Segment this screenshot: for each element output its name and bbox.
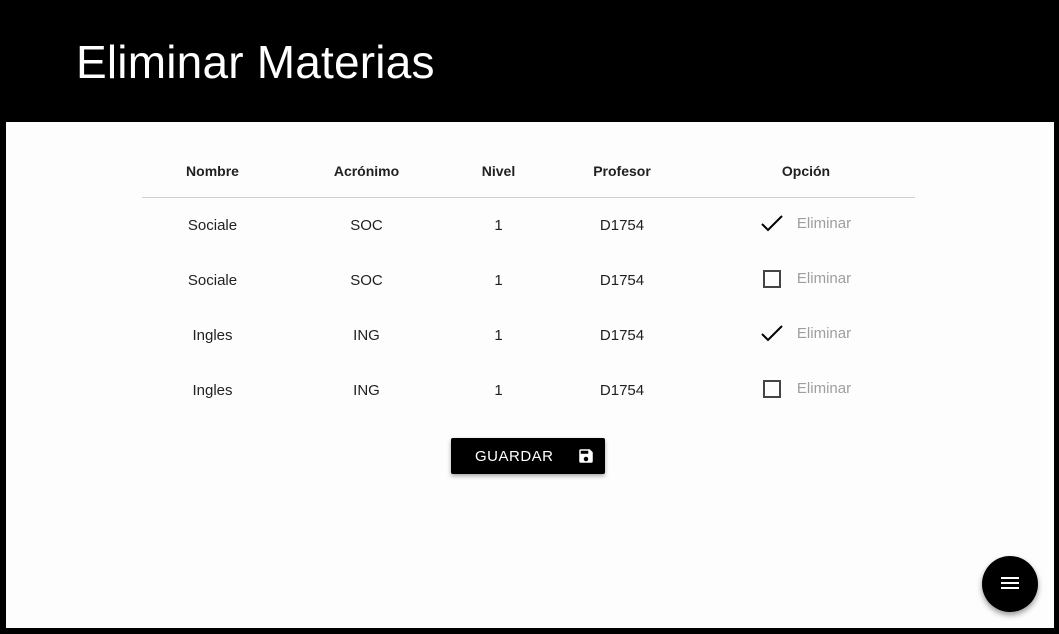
delete-checkbox[interactable] <box>761 213 783 235</box>
subjects-table: Nombre Acrónimo Nivel Profesor Opción So… <box>142 144 915 418</box>
cell-nombre: Ingles <box>192 327 233 344</box>
cell-nivel: 1 <box>494 217 503 234</box>
app-header: Eliminar Materias <box>0 0 1059 122</box>
cell-nivel: 1 <box>494 382 503 399</box>
column-header-opcion: Opción <box>697 144 915 198</box>
cell-opcion: Eliminar <box>697 253 915 308</box>
delete-option-label: Eliminar <box>796 270 852 287</box>
table-row: Sociale SOC 1 D1754 Eliminar <box>142 198 915 254</box>
table-header-row: Nombre Acrónimo Nivel Profesor Opción <box>142 144 915 198</box>
cell-opcion: Eliminar <box>697 308 915 363</box>
checkmark-icon <box>761 324 783 341</box>
cell-acronimo: SOC <box>350 217 383 234</box>
cell-acronimo: ING <box>353 382 380 399</box>
menu-fab-button[interactable] <box>982 556 1038 612</box>
empty-checkbox-icon <box>762 379 781 398</box>
delete-checkbox[interactable] <box>761 323 783 345</box>
delete-option[interactable]: Eliminar <box>761 323 851 345</box>
cell-nombre: Ingles <box>192 382 233 399</box>
cell-nivel: 1 <box>494 272 503 289</box>
delete-option[interactable]: Eliminar <box>761 378 851 400</box>
delete-option-label: Eliminar <box>796 325 852 342</box>
cell-profesor: D1754 <box>599 217 645 234</box>
table-row: Sociale SOC 1 D1754 Eliminar <box>142 253 915 308</box>
save-button[interactable]: GUARDAR <box>451 438 605 474</box>
checkmark-icon <box>761 214 783 231</box>
cell-opcion: Eliminar <box>697 363 915 418</box>
cell-nombre: Sociale <box>187 217 238 234</box>
cell-nivel: 1 <box>494 327 503 344</box>
table-body: Sociale SOC 1 D1754 Eliminar Sociale SOC… <box>142 198 915 419</box>
cell-profesor: D1754 <box>599 272 645 289</box>
cell-profesor: D1754 <box>599 327 645 344</box>
page: Eliminar Materias Nombre Acrónimo Nivel … <box>0 0 1059 634</box>
table-row: Ingles ING 1 D1754 Eliminar <box>142 363 915 418</box>
floppy-disk-icon <box>577 447 595 465</box>
column-header-nivel: Nivel <box>450 144 547 198</box>
cell-acronimo: ING <box>353 327 380 344</box>
delete-option[interactable]: Eliminar <box>761 213 851 235</box>
column-header-nombre: Nombre <box>142 144 283 198</box>
cell-profesor: D1754 <box>599 382 645 399</box>
column-header-acronimo: Acrónimo <box>283 144 450 198</box>
delete-checkbox[interactable] <box>761 378 783 400</box>
empty-checkbox-icon <box>762 269 781 288</box>
delete-checkbox[interactable] <box>761 268 783 290</box>
delete-option-label: Eliminar <box>796 380 852 397</box>
main-content: Nombre Acrónimo Nivel Profesor Opción So… <box>6 122 1054 628</box>
page-title: Eliminar Materias <box>76 36 435 88</box>
table-row: Ingles ING 1 D1754 Eliminar <box>142 308 915 363</box>
cell-nombre: Sociale <box>187 272 238 289</box>
column-header-profesor: Profesor <box>547 144 697 198</box>
cell-acronimo: SOC <box>350 272 383 289</box>
menu-icon <box>1000 575 1020 594</box>
cell-opcion: Eliminar <box>697 198 915 254</box>
save-button-label: GUARDAR <box>475 447 554 465</box>
delete-option-label: Eliminar <box>796 215 852 232</box>
delete-option[interactable]: Eliminar <box>761 268 851 290</box>
